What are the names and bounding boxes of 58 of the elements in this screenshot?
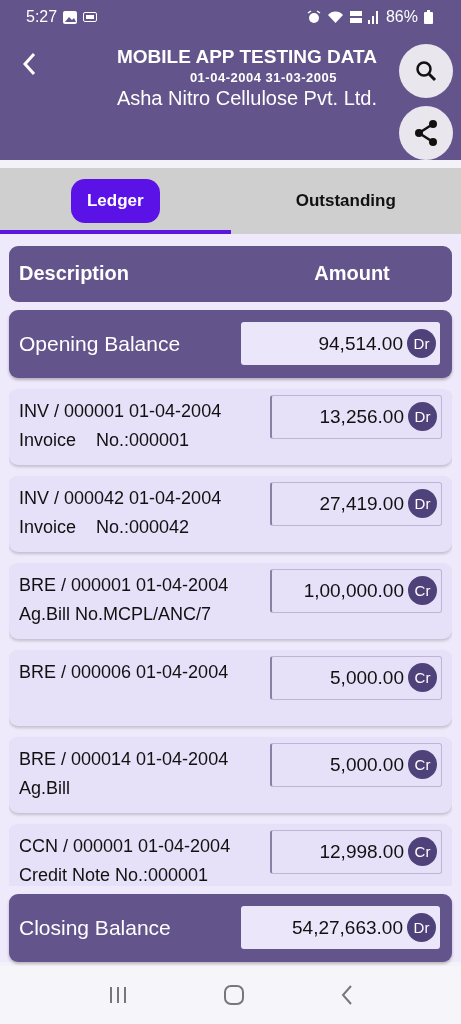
voucher-line: BRE / 000001 01-04-2004	[19, 574, 230, 596]
column-header: Description	[19, 262, 131, 286]
amount: 5,000.00	[330, 666, 404, 689]
ledger-entry[interactable]: INV / 000001 01-04-2004 Invoice No.:000001 13,256.00 Dr	[9, 388, 452, 465]
column-header: Amount	[313, 262, 391, 286]
card-icon	[83, 12, 98, 22]
narration: Invoice No.:000042	[19, 516, 191, 538]
clock: 5:27	[26, 8, 58, 26]
narration: Invoice No.:000001	[19, 429, 191, 451]
amount: 12,998.00	[319, 840, 404, 863]
ledger-entry[interactable]: BRE / 000014 01-04-2004 Ag.Bill 5,000.00 Cr	[9, 736, 452, 813]
share-icon	[414, 120, 438, 146]
side-badge: Cr	[408, 837, 437, 867]
side-badge: Dr	[408, 402, 437, 432]
side-badge: Cr	[408, 576, 437, 606]
balance-label: Opening Balance	[19, 331, 182, 356]
chevron-left-icon	[22, 52, 36, 76]
narration: Credit Note No.:000001	[19, 864, 210, 886]
home-icon[interactable]	[223, 984, 244, 1005]
search-icon	[415, 60, 437, 82]
voucher-line: INV / 000042 01-04-2004	[19, 487, 223, 509]
voucher-line: INV / 000001 01-04-2004	[19, 400, 223, 422]
wifi-icon	[326, 10, 344, 24]
amount: 94,514.00	[318, 332, 403, 355]
ledger-entry[interactable]: BRE / 000006 01-04-2004 5,000.00 Cr	[9, 649, 452, 726]
battery-icon	[424, 10, 433, 24]
tab[interactable]: Ledger	[70, 178, 160, 223]
recent-apps-icon[interactable]	[108, 985, 127, 1004]
search-button[interactable]	[399, 44, 453, 98]
side-badge: Cr	[408, 750, 437, 780]
amount: 13,256.00	[319, 405, 404, 428]
side-badge: Dr	[408, 489, 437, 519]
date-range: 01-04-2004 31-03-2005	[189, 70, 338, 85]
amount: 54,27,663.00	[292, 916, 403, 939]
amount: 5,000.00	[330, 753, 404, 776]
ledger-entry[interactable]: BRE / 000001 01-04-2004 Ag.Bill No.MCPL/ANC/7 1,00,000.00 Cr	[9, 562, 452, 639]
side-badge: Cr	[408, 663, 437, 693]
narration: Ag.Bill	[19, 777, 72, 799]
amount: 27,419.00	[319, 492, 404, 515]
tab[interactable]: Outstanding	[279, 178, 412, 223]
voucher-line: BRE / 000014 01-04-2004	[19, 748, 230, 770]
battery-level: 86%	[385, 8, 418, 26]
report-title: MOBILE APP TESTING DATA	[116, 46, 377, 68]
alarm-icon	[306, 10, 321, 24]
amount: 1,00,000.00	[303, 579, 404, 602]
ledger-entry[interactable]: CCN / 000001 01-04-2004 Credit Note No.:000001 12,998.00 Cr	[9, 823, 452, 886]
signal-icon	[367, 10, 380, 24]
side-badge: Dr	[407, 913, 436, 943]
narration: Ag.Bill No.MCPL/ANC/7	[19, 603, 213, 625]
image-icon	[63, 10, 78, 24]
company-name: Asha Nitro Cellulose Pvt. Ltd.	[116, 87, 377, 110]
voucher-line: CCN / 000001 01-04-2004	[19, 835, 232, 857]
share-button[interactable]	[399, 106, 453, 160]
voucher-line: BRE / 000006 01-04-2004	[19, 661, 230, 683]
side-badge: Dr	[407, 329, 436, 359]
back-icon[interactable]	[340, 984, 353, 1005]
balance-label: Closing Balance	[19, 915, 172, 940]
ledger-entry[interactable]: INV / 000042 01-04-2004 Invoice No.:000042 27,419.00 Dr	[9, 475, 452, 552]
